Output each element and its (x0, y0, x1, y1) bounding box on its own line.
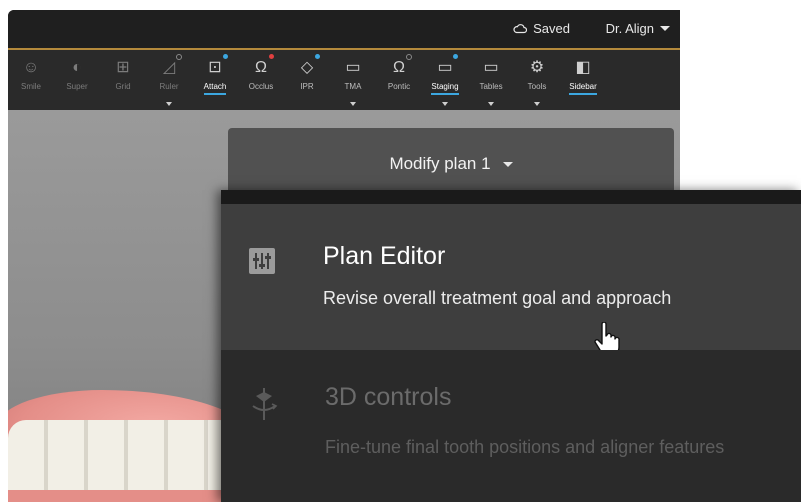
chevron-down-icon (442, 102, 448, 106)
tool-label: TMA (344, 82, 362, 91)
status-dot (406, 54, 412, 60)
chevron-down-icon (534, 102, 540, 106)
tool-label: Tables (479, 82, 503, 91)
title-bar: Saved Dr. Align (8, 10, 680, 50)
tool-grid[interactable]: ⊞ Grid (100, 50, 146, 110)
toolbar: ☺ Smile ◐ Super ⊞ Grid ◿ Ruler ⊡ Attach … (8, 50, 680, 110)
tool-label: Tools (527, 82, 547, 91)
tool-tools[interactable]: ⚙ Tools (514, 50, 560, 110)
grid-icon: ⊞ (116, 59, 130, 76)
chevron-down-icon (502, 161, 513, 167)
3d-controls-icon (252, 388, 278, 420)
menu-item-title: 3D controls (325, 383, 452, 411)
smile-icon: ☺ (22, 59, 40, 76)
saved-status: Saved (513, 21, 570, 36)
cloud-icon (513, 24, 528, 34)
tool-label: Ruler (159, 82, 179, 91)
sidebar-icon: ◧ (575, 59, 591, 76)
ipr-icon: ◇ (300, 59, 314, 76)
folder-icon: ▭ (483, 59, 499, 76)
chevron-down-icon (660, 26, 670, 31)
tool-attach[interactable]: ⊡ Attach (192, 50, 238, 110)
chevron-down-icon (488, 102, 494, 106)
tool-label: Occlus (248, 82, 274, 91)
status-dot (315, 54, 320, 59)
tool-super[interactable]: ◐ Super (54, 50, 100, 110)
folder-icon: ▭ (345, 59, 361, 76)
tool-ruler[interactable]: ◿ Ruler (146, 50, 192, 110)
menu-item-description: Revise overall treatment goal and approa… (323, 288, 672, 308)
status-dot (269, 54, 274, 59)
chevron-down-icon (166, 102, 172, 106)
tool-label: Attach (203, 82, 227, 95)
plan-selector-label: Modify plan 1 (389, 154, 491, 173)
tool-smile[interactable]: ☺ Smile (8, 50, 54, 110)
superimpose-icon: ◐ (72, 59, 82, 76)
tool-sidebar[interactable]: ◧ Sidebar (560, 50, 606, 110)
chevron-down-icon (350, 102, 356, 106)
menu-divider (221, 190, 801, 204)
tool-label: IPR (300, 82, 314, 91)
tool-occlus[interactable]: Ω Occlus (238, 50, 284, 110)
user-menu[interactable]: Dr. Align (606, 21, 670, 36)
ruler-icon: ◿ (162, 59, 176, 76)
tool-label: Pontic (387, 82, 411, 91)
menu-item-3d-controls[interactable]: 3D controls Fine-tune final tooth positi… (221, 350, 801, 502)
status-dot (176, 54, 182, 60)
tool-pontic[interactable]: Ω Pontic (376, 50, 422, 110)
tool-label: Grid (115, 82, 131, 91)
plan-menu: Plan Editor Revise overall treatment goa… (221, 190, 801, 502)
status-dot (223, 54, 228, 59)
gear-icon: ⚙ (529, 59, 545, 76)
tool-tma[interactable]: ▭ TMA (330, 50, 376, 110)
tool-label: Sidebar (569, 82, 597, 95)
tool-tables[interactable]: ▭ Tables (468, 50, 514, 110)
lower-gum-model (8, 490, 238, 502)
user-label: Dr. Align (605, 21, 654, 36)
sliders-icon (249, 248, 275, 274)
status-dot (453, 54, 458, 59)
tool-ipr[interactable]: ◇ IPR (284, 50, 330, 110)
attachment-icon: ⊡ (208, 59, 222, 76)
menu-item-title: Plan Editor (323, 242, 446, 270)
staging-icon: ▭ (437, 59, 453, 76)
menu-item-description: Fine-tune final tooth positions and alig… (325, 437, 725, 457)
tool-label: Smile (20, 82, 41, 91)
menu-item-plan-editor[interactable]: Plan Editor Revise overall treatment goa… (221, 204, 801, 356)
pontic-icon: Ω (393, 59, 405, 76)
tool-label: Staging (431, 82, 459, 95)
saved-label: Saved (533, 21, 570, 36)
tool-staging[interactable]: ▭ Staging (422, 50, 468, 110)
occlusion-icon: Ω (255, 59, 267, 76)
tool-label: Super (66, 82, 88, 91)
